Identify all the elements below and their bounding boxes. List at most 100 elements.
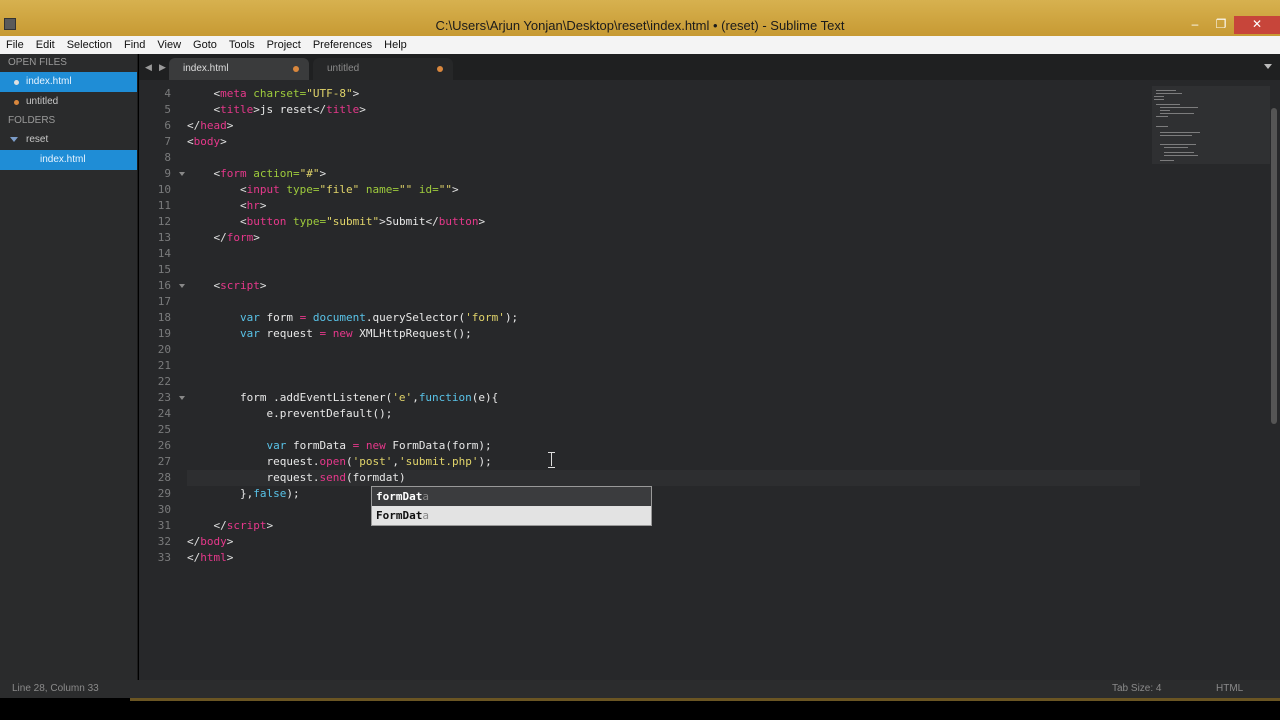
menu-goto[interactable]: Goto — [193, 39, 217, 51]
code-line: var formData = new FormData(form); — [266, 439, 492, 452]
editor-area[interactable]: 4 5 6 7 8 9 10 11 12 13 14 15 16 17 18 1… — [139, 80, 1280, 680]
menu-help[interactable]: Help — [384, 39, 407, 51]
code-line: <body> — [187, 135, 227, 148]
line-number: 13 — [157, 231, 171, 244]
line-number: 18 — [157, 311, 171, 324]
tab-dirty-icon[interactable] — [437, 66, 443, 72]
sidebar-item-label: index.html — [26, 76, 72, 87]
autocomplete-item[interactable]: FormData — [372, 506, 651, 525]
autocomplete-item-selected[interactable]: formData — [372, 487, 651, 506]
menu-bar: File Edit Selection Find View Goto Tools… — [0, 36, 1280, 54]
autocomplete-popup: formData FormData — [371, 486, 652, 526]
minimize-button[interactable]: ‒ — [1182, 16, 1208, 34]
tab-label: index.html — [183, 63, 229, 74]
vertical-scrollbar[interactable] — [1271, 108, 1277, 424]
tab-size-indicator[interactable]: Tab Size: 4 — [1112, 680, 1161, 698]
line-number: 28 — [157, 471, 171, 484]
line-number-text: 9 — [164, 167, 171, 180]
line-number-foldable: 23 — [139, 390, 185, 406]
code-line-current: request.send(formdat) — [187, 470, 1140, 486]
menu-selection[interactable]: Selection — [67, 39, 112, 51]
code-line: <button type="submit">Submit</button> — [239, 215, 486, 228]
line-number: 24 — [157, 407, 171, 420]
minimap[interactable] — [1152, 86, 1270, 164]
menu-view[interactable]: View — [157, 39, 181, 51]
cursor-position: Line 28, Column 33 — [12, 683, 99, 694]
line-number: 30 — [157, 503, 171, 516]
menu-preferences[interactable]: Preferences — [313, 39, 372, 51]
line-number: 33 — [157, 551, 171, 564]
menu-tools[interactable]: Tools — [229, 39, 255, 51]
code-line: </form> — [213, 231, 260, 244]
tab-scroll-left-icon[interactable]: ◀ — [145, 62, 152, 73]
tab-list-chevron-icon[interactable] — [1264, 64, 1272, 69]
sidebar-open-file-untitled[interactable]: untitled — [0, 92, 137, 112]
code-line: </script> — [213, 519, 274, 532]
title-bar: C:\Users\Arjun Yonjan\Desktop\reset\inde… — [0, 0, 1280, 36]
line-number: 19 — [157, 327, 171, 340]
code-line: e.preventDefault(); — [266, 407, 393, 420]
fold-arrow-icon[interactable] — [179, 172, 185, 176]
code-line: },false); — [239, 487, 300, 500]
sidebar-item-label: reset — [26, 134, 49, 145]
code-line: <title>js reset</title> — [213, 103, 366, 116]
line-number: 25 — [157, 423, 171, 436]
line-number: 26 — [157, 439, 171, 452]
code-line: var form = document.querySelector('form'… — [239, 311, 519, 324]
folder-open-icon — [10, 137, 18, 142]
tab-untitled[interactable]: untitled — [313, 58, 453, 80]
fold-arrow-icon[interactable] — [179, 396, 185, 400]
sidebar-open-file-index[interactable]: index.html — [0, 72, 137, 92]
code-line: </body> — [187, 535, 234, 548]
line-number: 11 — [157, 199, 171, 212]
open-files-header: OPEN FILES — [8, 57, 67, 68]
sidebar-item-label: index.html — [40, 154, 86, 165]
tab-bar: ◀ ▶ index.html untitled — [139, 54, 1280, 80]
bottom-accent-bar — [130, 698, 1280, 701]
line-number: 20 — [157, 343, 171, 356]
line-number: 7 — [164, 135, 171, 148]
line-number: 32 — [157, 535, 171, 548]
line-number: 10 — [157, 183, 171, 196]
menu-find[interactable]: Find — [124, 39, 145, 51]
line-number: 4 — [164, 87, 171, 100]
line-number-foldable: 9 — [139, 166, 185, 182]
code-line: </head> — [187, 119, 234, 132]
line-number-text: 23 — [157, 391, 171, 404]
code-text[interactable]: <meta charset="UTF-8"> <title>js reset</… — [187, 86, 1140, 566]
sidebar-item-label: untitled — [26, 96, 59, 107]
close-button[interactable]: ✕ — [1234, 16, 1280, 34]
code-line: <script> — [213, 279, 267, 292]
sidebar-folder-file-index[interactable]: index.html — [0, 150, 137, 170]
line-number: 8 — [164, 151, 171, 164]
line-number: 22 — [157, 375, 171, 388]
fold-arrow-icon[interactable] — [179, 284, 185, 288]
code-line: request.open('post','submit.php'); — [266, 455, 492, 468]
syntax-indicator[interactable]: HTML — [1216, 680, 1243, 698]
code-line: <meta charset="UTF-8"> — [213, 87, 360, 100]
tab-label: untitled — [327, 63, 360, 74]
menu-project[interactable]: Project — [267, 39, 301, 51]
tab-dirty-icon[interactable] — [293, 66, 299, 72]
line-number: 31 — [157, 519, 171, 532]
tab-scroll-right-icon[interactable]: ▶ — [159, 62, 166, 73]
unsaved-dot-icon — [14, 100, 19, 105]
maximize-button[interactable]: ❐ — [1208, 16, 1234, 34]
text-cursor-icon — [548, 452, 556, 468]
line-number-foldable: 16 — [139, 278, 185, 294]
code-line: <hr> — [239, 199, 267, 212]
menu-file[interactable]: File — [6, 39, 24, 51]
menu-edit[interactable]: Edit — [36, 39, 55, 51]
code-line: <input type="file" name="" id=""> — [239, 183, 459, 196]
bottom-strip — [0, 698, 1280, 720]
sidebar-folder-reset[interactable]: reset — [0, 130, 137, 150]
tab-index-html[interactable]: index.html — [169, 58, 309, 80]
